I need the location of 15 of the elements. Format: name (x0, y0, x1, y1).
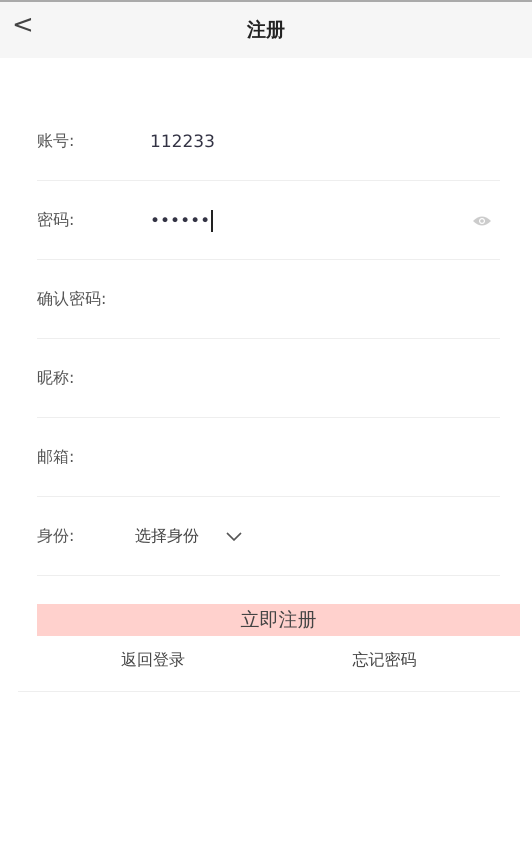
field-label: 邮箱: (37, 447, 76, 468)
input-field[interactable]: 112233 (150, 122, 500, 162)
field-label: 昵称: (37, 368, 76, 389)
link[interactable]: 返回登录 (37, 650, 268, 671)
link[interactable]: 忘记密码 (268, 650, 500, 671)
chevron-down-icon[interactable] (226, 532, 242, 542)
field-label: 身份: (37, 526, 76, 547)
field-label: 账号: (37, 131, 76, 152)
identity-dropdown[interactable]: 选择身份 (135, 516, 242, 556)
register-button[interactable]: 立即注册 (37, 604, 520, 636)
back-button[interactable]: < (12, 12, 34, 38)
input-field[interactable]: •••••• (150, 200, 472, 240)
page-title: 注册 (247, 18, 285, 43)
field-label: 确认密码: (37, 289, 108, 310)
field-label: 密码: (37, 210, 76, 231)
